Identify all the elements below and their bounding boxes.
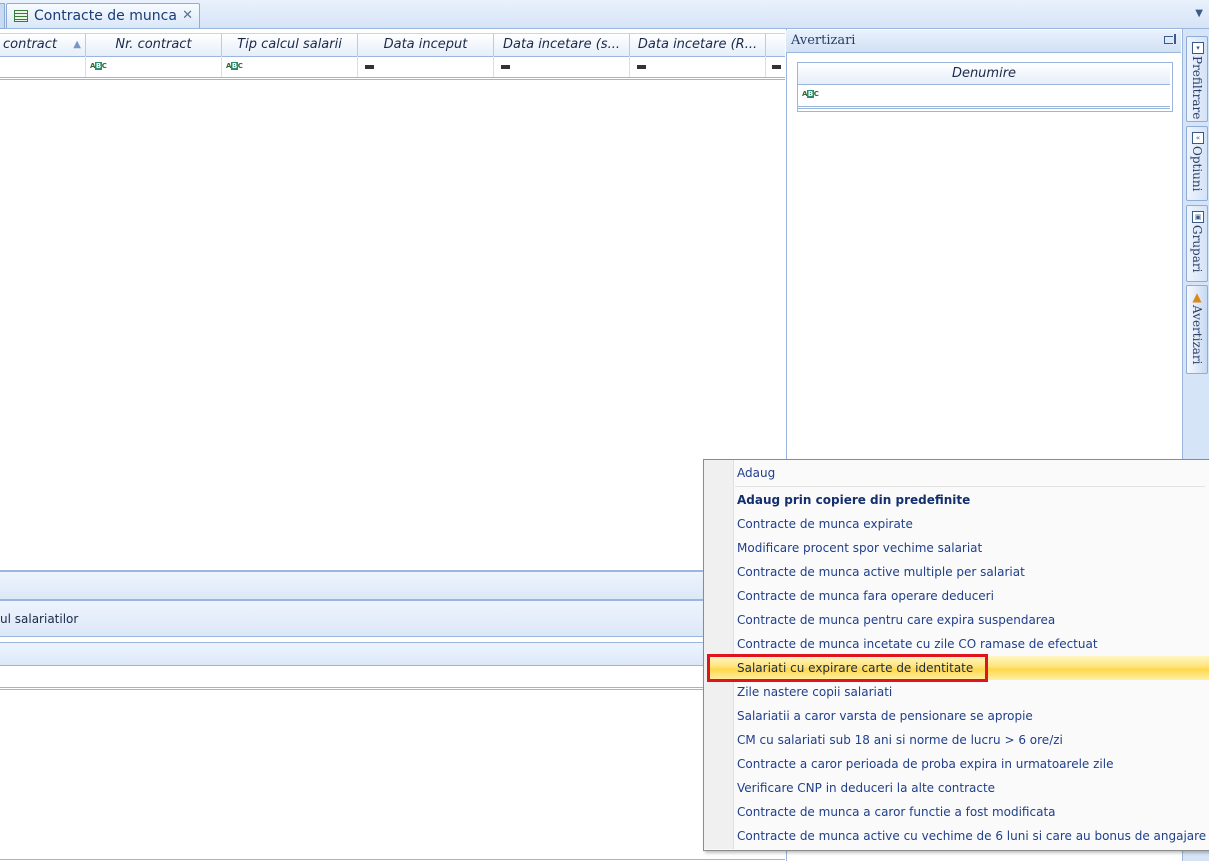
group-band-2[interactable]: ul salariatilor [0,600,705,637]
side-tab-label: Optiuni [1190,146,1204,192]
warning-icon: ▲ [1192,290,1202,304]
column-header-nr-contract[interactable]: Nr. contract [86,34,222,56]
menu-item-adaug-prin-copiere[interactable]: Adaug prin copiere din predefinite [737,489,970,511]
filter-row: ABC ABC [0,56,785,78]
panel-title: Avertizari [791,33,856,48]
avertizari-filter-row[interactable]: ABC [798,86,1170,109]
menu-item-cm-sub-18-ani[interactable]: CM cu salariati sub 18 ani si norme de l… [737,729,1063,751]
column-header-denumire[interactable]: Denumire [798,63,1170,85]
contracts-grid [0,29,785,571]
tab-contracte-de-munca[interactable]: Contracte de munca ✕ [6,3,200,28]
menu-item-bonus-angajare[interactable]: Contracte de munca active cu vechime de … [737,825,1206,847]
menu-item-zile-nastere-copii[interactable]: Zile nastere copii salariati [737,681,892,703]
column-header-label: Tip calcul salarii [237,37,342,52]
column-header-label: Data incetare (s... [503,37,620,52]
column-header-label: Nr. contract [115,37,192,52]
group-icon: ▣ [1192,211,1204,223]
equals-filter-icon [637,64,646,69]
side-tab-avertizari[interactable]: ▲ Avertizari [1186,285,1208,374]
side-tab-prefiltrare[interactable]: ▾ Prefiltrare [1186,36,1208,122]
filter-icon: ▾ [1192,42,1204,54]
side-tab-label: Prefiltrare [1190,56,1204,120]
previous-tab-stub[interactable] [0,3,5,29]
side-tab-grupari[interactable]: ▣ Grupari [1186,205,1208,282]
menu-item-functie-modificata[interactable]: Contracte de munca a caror functie a fos… [737,801,1056,823]
menu-item-fara-operare-deduceri[interactable]: Contracte de munca fara operare deduceri [737,585,994,607]
pin-icon[interactable] [1164,34,1176,44]
sort-ascending-icon: ▲ [73,39,81,50]
group-band-1[interactable] [0,571,705,600]
side-tab-label: Avertizari [1190,305,1204,365]
text-filter-icon: ABC [802,89,819,98]
column-header-label: Data incetare (R... [637,37,758,52]
filter-cell-data-incetare-r[interactable] [630,56,766,77]
grid-divider [0,79,785,80]
close-icon[interactable]: ✕ [182,8,193,23]
menu-item-verificare-cnp[interactable]: Verificare CNP in deduceri la alte contr… [737,777,995,799]
menu-item-modificare-spor-vechime[interactable]: Modificare procent spor vechime salariat [737,537,982,559]
filter-cell-tip-calcul[interactable]: ABC [222,56,358,77]
text-filter-icon: ABC [226,62,243,70]
filter-cell-nr-contract[interactable]: ABC [86,56,222,77]
equals-filter-icon [365,64,374,69]
side-tab-optiuni[interactable]: « Optiuni [1186,126,1208,201]
grid-header: contract ▲ Nr. contract Tip calcul salar… [0,33,785,57]
menu-item-varsta-pensionare[interactable]: Salariatii a caror varsta de pensionare … [737,705,1033,727]
menu-item-expira-suspendarea[interactable]: Contracte de munca pentru care expira su… [737,609,1055,631]
avertizari-panel-header: Avertizari [786,30,1181,53]
filter-cell-extra[interactable] [766,56,785,77]
group-band-3[interactable] [0,642,705,666]
detail-filter-row [0,666,705,688]
menu-item-incetate-zile-co[interactable]: Contracte de munca incetate cu zile CO r… [737,633,1098,655]
filter-cell-data-inceput[interactable] [358,56,494,77]
column-header-label: Denumire [951,66,1017,81]
filter-cell-data-incetare-s[interactable] [494,56,630,77]
tab-title: Contracte de munca [34,8,177,24]
column-header-tip-calcul[interactable]: Tip calcul salarii [222,34,358,56]
menu-item-contracte-active-multiple[interactable]: Contracte de munca active multiple per s… [737,561,1025,583]
text-filter-icon: ABC [90,62,107,70]
group-band-label: ul salariatilor [0,612,79,626]
options-icon: « [1192,132,1204,144]
annotation-highlight-box [707,654,988,682]
bottom-border [0,859,785,860]
column-header-contract[interactable]: contract ▲ [0,34,86,56]
column-header-data-incetare-r[interactable]: Data incetare (R... [630,34,766,56]
menu-separator [735,486,1205,487]
column-header-label: Data inceput [383,37,468,52]
tab-list-dropdown-icon[interactable]: ▼ [1195,8,1203,19]
grid-icon [14,10,28,22]
side-tab-label: Grupari [1190,225,1204,273]
menu-item-perioada-proba[interactable]: Contracte a caror perioada de proba expi… [737,753,1113,775]
equals-filter-icon [772,64,781,69]
column-header-label: contract [3,37,57,52]
menu-item-contracte-expirate[interactable]: Contracte de munca expirate [737,513,913,535]
detail-divider [0,689,705,690]
column-header-data-incetare-s[interactable]: Data incetare (s... [494,34,630,56]
column-header-data-inceput[interactable]: Data inceput [358,34,494,56]
equals-filter-icon [501,64,510,69]
menu-item-adaug[interactable]: Adaug [737,462,775,484]
filter-cell-contract[interactable] [0,56,86,77]
